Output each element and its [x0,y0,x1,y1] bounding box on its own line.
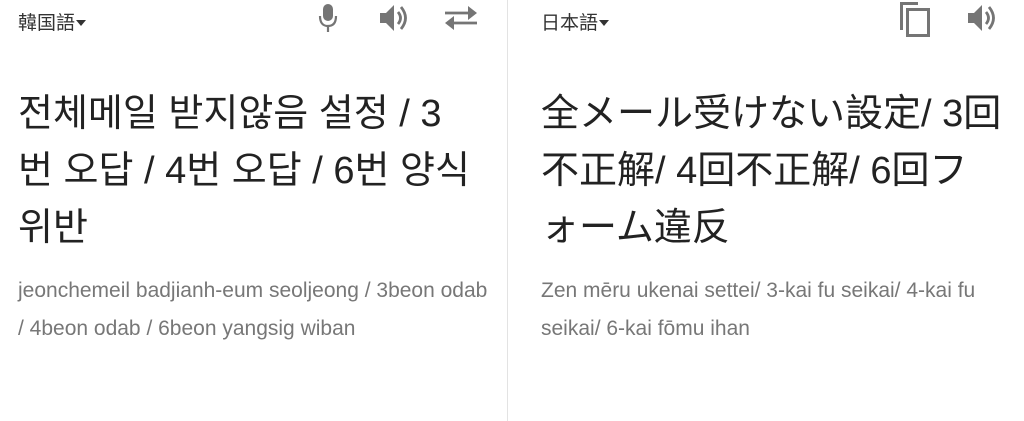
microphone-icon[interactable] [314,2,342,34]
source-text: 전체메일 받지않음 설정 / 3번 오답 / 4번 오답 / 6번 양식 위반 [18,93,470,249]
target-romanization: Zen mēru ukenai settei/ 3-kai fu seikai/… [541,279,976,340]
source-romanization: jeonchemeil badjianh-eum seoljeong / 3be… [18,279,488,340]
copy-icon[interactable] [893,0,935,38]
source-language-label: 韓国語 [18,13,76,34]
swap-icon[interactable] [442,2,480,34]
caret-down-icon [76,19,87,26]
target-text: 全メール受けない設定/ 3回不正解/ 4回不正解/ 6回フォーム違反 [541,93,1002,249]
speaker-icon[interactable] [964,2,1002,34]
target-language-label: 日本語 [541,13,599,34]
speaker-icon[interactable] [376,2,414,34]
source-language-selector[interactable]: 韓国語 [18,8,87,35]
source-panel: 韓国語 전체메일 받지않음 설정 / 3번 오답 / 4번 오답 / 6번 양식… [0,0,508,421]
target-panel: 日本語 全メール受けない設定/ 3回不正解/ 4回不正解/ 6回フォーム違反 Z… [509,0,1024,421]
caret-down-icon [599,19,610,26]
target-language-selector[interactable]: 日本語 [541,8,610,35]
